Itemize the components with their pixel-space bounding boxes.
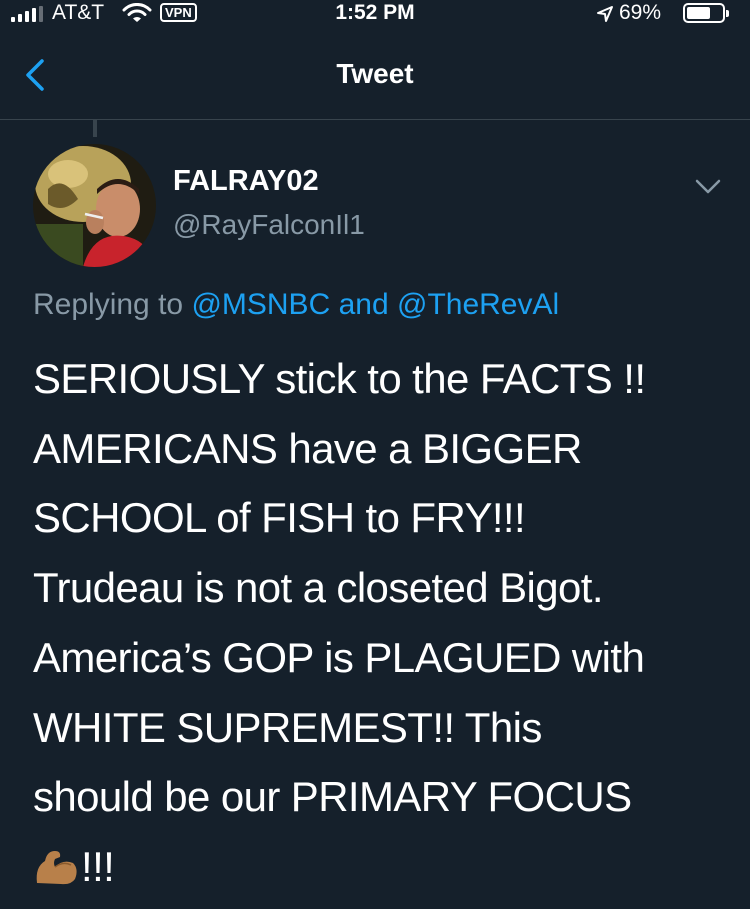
tweet-line: SERIOUSLY stick to the FACTS !!	[33, 355, 646, 402]
tweet-line: should be our PRIMARY FOCUS	[33, 773, 632, 821]
battery-percent: 69%	[619, 1, 662, 24]
tweet-line: SCHOOL of FISH to FRY!!!	[33, 494, 526, 542]
tweet-line: !!!	[81, 842, 115, 890]
location-arrow-icon	[597, 6, 613, 22]
chevron-down-icon[interactable]	[694, 178, 722, 196]
tweet-body: SERIOUSLY stick to the FACTS !! AMERICAN…	[33, 344, 733, 902]
flexed-biceps-icon	[36, 850, 77, 885]
tweet-last-line: !!!	[33, 832, 733, 902]
reply-joiner: and	[338, 288, 389, 321]
author-name[interactable]: FALRAY02	[173, 165, 319, 198]
tweet-line: AMERICANS have a BIGGER	[33, 424, 582, 472]
navigation-bar: Tweet	[0, 28, 750, 120]
battery-level-fill	[687, 7, 711, 19]
replying-prefix: Replying to	[33, 288, 184, 321]
author-handle[interactable]: @RayFalconIl1	[173, 209, 365, 241]
page-title: Tweet	[336, 58, 414, 89]
battery-icon	[683, 3, 729, 23]
tweet-line: America’s GOP is PLAGUED with	[33, 633, 645, 681]
status-bar: AT&T VPN 1:52 PM 69%	[0, 0, 750, 28]
tweet-line: WHITE SUPREMEST!! This	[33, 703, 542, 751]
avatar[interactable]	[33, 144, 156, 267]
mention-link-therevai[interactable]: @TheRevAl	[397, 288, 559, 321]
reply-context: Replying to @MSNBC and @TheRevAl	[33, 288, 559, 322]
avatar-photo	[33, 144, 156, 267]
tweet-line: Trudeau is not a closeted Bigot.	[33, 564, 604, 612]
mention-link-msnbc[interactable]: @MSNBC	[191, 288, 330, 321]
thread-connector	[93, 120, 97, 137]
